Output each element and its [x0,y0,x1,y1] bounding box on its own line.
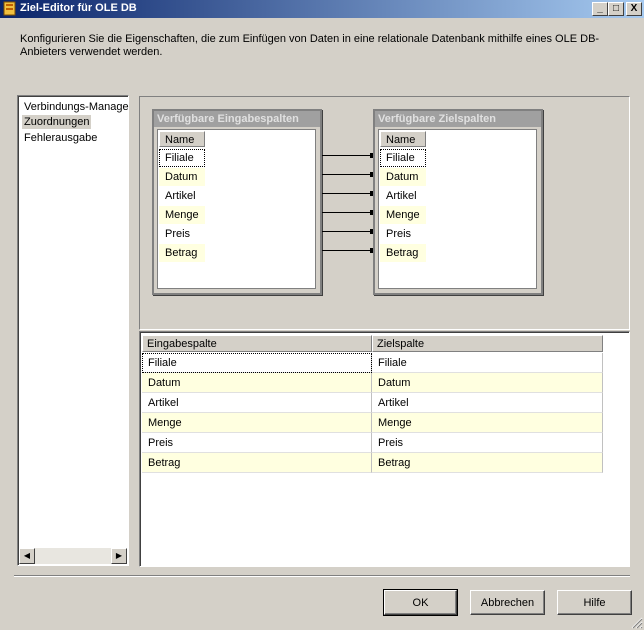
page-navigation-list[interactable]: Verbindungs-Manage Zuordnungen Fehleraus… [17,95,129,566]
mapping-line[interactable] [322,229,373,234]
table-row[interactable]: Datum Datum [142,373,603,393]
target-column-item[interactable]: Datum [380,168,426,186]
table-row[interactable]: Betrag Betrag [142,453,603,473]
target-column-cell[interactable]: Filiale [372,353,603,373]
help-button[interactable]: Hilfe [557,590,632,615]
input-column-cell[interactable]: Artikel [142,393,372,413]
input-name-header[interactable]: Name [159,131,205,147]
target-column-item[interactable]: Artikel [380,187,426,205]
target-column-cell[interactable]: Preis [372,433,603,453]
app-icon [3,1,16,16]
nav-item-verbindungs-manager[interactable]: Verbindungs-Manage [22,100,131,114]
input-column-item[interactable]: Filiale [159,149,205,167]
input-column-cell[interactable]: Datum [142,373,372,393]
mapping-line[interactable] [322,172,373,177]
nav-horizontal-scrollbar[interactable]: ◀ ▶ [19,548,127,564]
cancel-button[interactable]: Abbrechen [470,590,545,615]
target-column-cell[interactable]: Artikel [372,393,603,413]
target-column-cell[interactable]: Betrag [372,453,603,473]
input-column-cell[interactable]: Menge [142,413,372,433]
mapping-line[interactable] [322,153,373,158]
title-bar[interactable]: Ziel-Editor für OLE DB _ □ X [0,0,644,18]
input-column-item[interactable]: Preis [159,225,205,243]
target-column-item[interactable]: Menge [380,206,426,224]
ok-button[interactable]: OK [383,589,458,616]
input-column-cell[interactable]: Betrag [142,453,372,473]
maximize-button[interactable]: □ [608,2,624,16]
close-button[interactable]: X [626,2,642,16]
mapping-line[interactable] [322,191,373,196]
input-column-item[interactable]: Artikel [159,187,205,205]
input-column-item[interactable]: Datum [159,168,205,186]
nav-item-zuordnungen[interactable]: Zuordnungen [22,115,92,129]
scroll-right-arrow-icon[interactable]: ▶ [111,548,127,564]
resize-grip-icon[interactable] [631,617,643,629]
target-columns-list[interactable]: Name Filiale Datum Artikel Menge Preis B… [378,129,537,289]
table-row[interactable]: Menge Menge [142,413,603,433]
minimize-button[interactable]: _ [592,2,608,16]
input-columns-table[interactable]: Verfügbare Eingabespalten Name Filiale D… [152,109,322,295]
target-column-cell[interactable]: Datum [372,373,603,393]
grid-header-eingabespalte[interactable]: Eingabespalte [142,335,372,352]
target-column-item[interactable]: Preis [380,225,426,243]
target-columns-table[interactable]: Verfügbare Zielspalten Name Filiale Datu… [373,109,543,295]
nav-item-fehlerausgabe[interactable]: Fehlerausgabe [22,131,99,145]
mapping-line[interactable] [322,210,373,215]
input-column-item[interactable]: Menge [159,206,205,224]
input-columns-list[interactable]: Name Filiale Datum Artikel Menge Preis B… [157,129,316,289]
target-table-title: Verfügbare Zielspalten [375,111,541,127]
target-name-header[interactable]: Name [380,131,426,147]
table-row[interactable]: Preis Preis [142,433,603,453]
window-title: Ziel-Editor für OLE DB [20,2,137,14]
grid-header-zielspalte[interactable]: Zielspalte [372,335,603,352]
description-text: Konfigurieren Sie die Eigenschaften, die… [20,33,600,58]
input-table-title: Verfügbare Eingabespalten [154,111,320,127]
table-row[interactable]: Filiale Filiale [142,353,603,373]
target-column-item[interactable]: Filiale [380,149,426,167]
target-column-item[interactable]: Betrag [380,244,426,262]
footer-separator [14,575,630,577]
table-row[interactable]: Artikel Artikel [142,393,603,413]
input-column-cell[interactable]: Filiale [142,353,372,373]
target-column-cell[interactable]: Menge [372,413,603,433]
input-column-item[interactable]: Betrag [159,244,205,262]
mapping-grid[interactable]: Eingabespalte Zielspalte Filiale Filiale… [139,331,630,567]
scroll-left-arrow-icon[interactable]: ◀ [19,548,35,564]
input-column-cell[interactable]: Preis [142,433,372,453]
mapping-line[interactable] [322,248,373,253]
